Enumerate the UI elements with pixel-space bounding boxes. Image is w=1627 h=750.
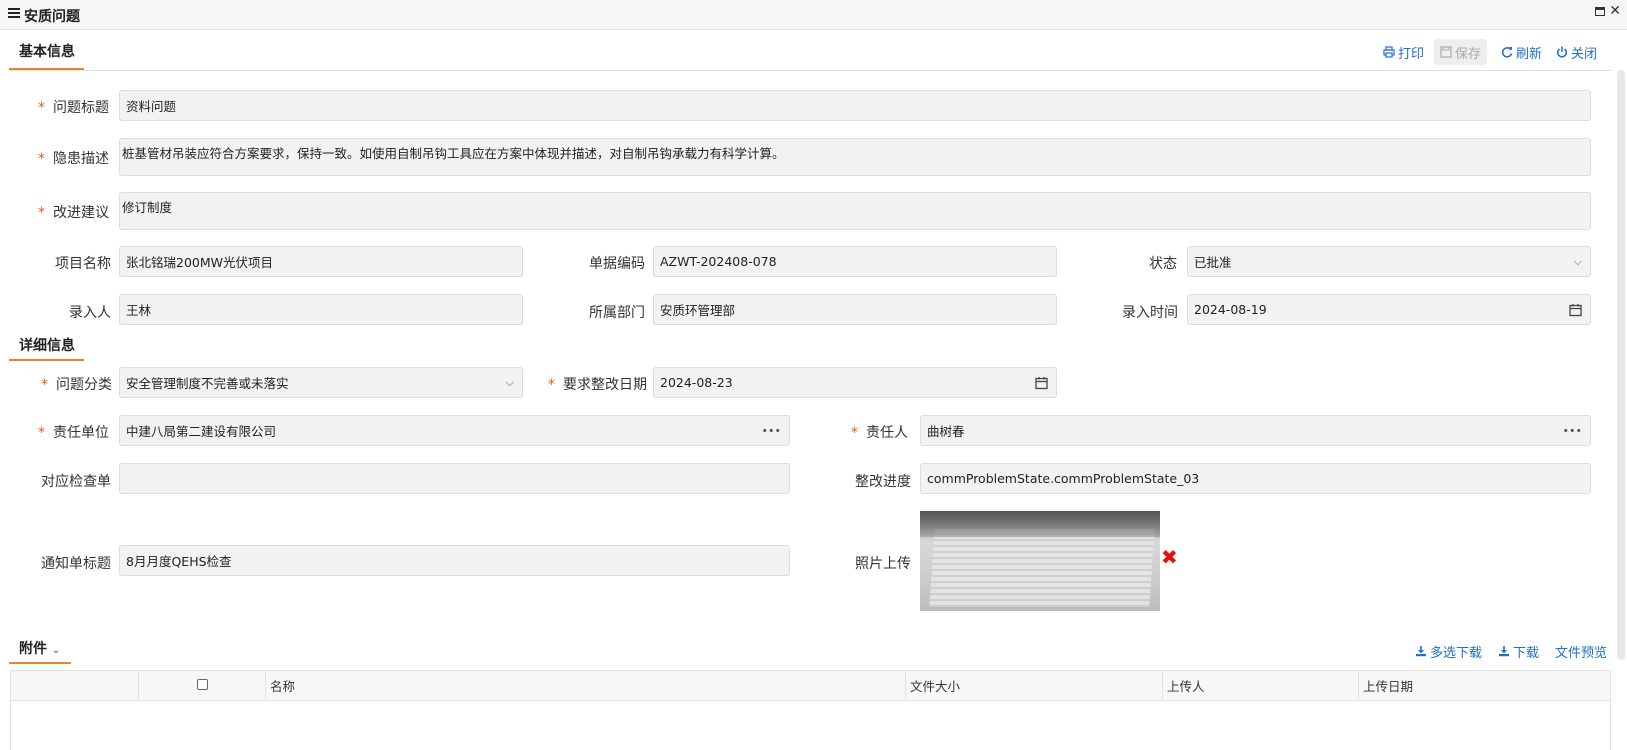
hazard-desc-label: * 隐患描述 (38, 151, 109, 167)
tab-detail-info-label: 详细信息 (19, 338, 75, 354)
multi-download-button[interactable]: 多选下载 (1415, 638, 1482, 664)
chevron-down-icon: ⌵ (505, 375, 514, 389)
notice-title-input[interactable]: 8月月度QEHS检查 (119, 545, 790, 576)
entered-time-label: 录入时间 (1122, 305, 1178, 321)
calendar-icon[interactable] (1569, 303, 1582, 316)
save-button[interactable]: 保存 (1433, 39, 1487, 65)
download-icon (1498, 646, 1509, 657)
column-header-upload-date[interactable]: 上传日期 (1358, 670, 1611, 701)
entered-by-label: 录入人 (69, 305, 111, 321)
chevron-down-icon: ⌄ (51, 645, 61, 656)
deadline-label: * 要求整改日期 (548, 377, 647, 393)
hazard-desc-textarea[interactable]: 桩基管材吊装应符合方案要求，保持一致。如使用自制吊钩工具应在方案中体现并描述，对… (119, 138, 1591, 176)
download-icon (1415, 646, 1426, 657)
refresh-button[interactable]: 刷新 (1501, 39, 1542, 65)
power-icon (1556, 46, 1567, 58)
calendar-icon[interactable] (1035, 376, 1048, 389)
attachment-toolbar: 多选下载 下载 文件预览 (1399, 638, 1607, 664)
department-input[interactable]: 安质环管理部 (653, 294, 1057, 325)
column-header-name[interactable]: 名称 (265, 670, 906, 701)
chevron-down-icon: ⌵ (1573, 254, 1582, 268)
print-label: 打印 (1397, 46, 1424, 62)
resp-person-input[interactable]: 曲树春 ••• (920, 415, 1591, 446)
status-label: 状态 (1149, 256, 1177, 272)
tab-basic-info-label: 基本信息 (19, 44, 75, 60)
file-preview-label: 文件预览 (1554, 645, 1607, 661)
resp-unit-label: * 责任单位 (38, 425, 109, 441)
scrollbar[interactable] (1617, 70, 1625, 660)
refresh-icon (1501, 47, 1513, 58)
file-preview-button[interactable]: 文件预览 (1555, 638, 1607, 664)
notice-title-label: 通知单标题 (41, 556, 111, 572)
checklist-label: 对应检查单 (41, 474, 111, 490)
resp-person-label: * 责任人 (851, 425, 908, 441)
category-label: * 问题分类 (41, 377, 112, 393)
close-label: 关闭 (1570, 46, 1597, 62)
suggestion-label: * 改进建议 (38, 205, 109, 221)
select-all-header (138, 670, 266, 701)
department-label: 所属部门 (589, 305, 645, 321)
maximize-icon[interactable] (1595, 7, 1605, 16)
close-button[interactable]: 关闭 (1556, 39, 1597, 65)
ellipsis-icon[interactable]: ••• (1563, 424, 1582, 437)
window-title: 安质问题 (24, 9, 80, 25)
tab-basic-info[interactable]: 基本信息 (9, 41, 84, 70)
ellipsis-icon[interactable]: ••• (762, 424, 781, 437)
suggestion-textarea[interactable]: 修订制度 (119, 192, 1591, 230)
multi-download-label: 多选下载 (1429, 645, 1482, 661)
download-button[interactable]: 下载 (1498, 638, 1539, 664)
status-select[interactable]: 已批准 ⌵ (1187, 246, 1591, 277)
save-icon (1440, 46, 1452, 58)
doc-code-label: 单据编码 (589, 256, 645, 272)
refresh-label: 刷新 (1515, 46, 1542, 62)
checklist-input[interactable] (119, 463, 790, 494)
progress-label: 整改进度 (855, 474, 911, 490)
menu-icon[interactable] (8, 8, 20, 18)
select-all-checkbox[interactable] (196, 679, 208, 690)
project-label: 项目名称 (55, 256, 111, 272)
tab-attachments-label: 附件 (19, 641, 47, 657)
form-toolbar: 打印 保存 刷新 关闭 (1369, 39, 1597, 65)
issue-title-input[interactable]: 资料问题 (119, 90, 1591, 121)
delete-icon[interactable]: ✖ (1161, 547, 1178, 567)
photo-label: 照片上传 (855, 556, 911, 572)
entered-time-input[interactable]: 2024-08-19 (1187, 294, 1591, 325)
category-select[interactable]: 安全管理制度不完善或未落实 ⌵ (119, 367, 523, 398)
print-icon (1383, 46, 1395, 58)
project-input[interactable]: 张北铭瑞200MW光伏项目 (119, 246, 523, 277)
progress-input[interactable]: commProblemState.commProblemState_03 (920, 463, 1591, 494)
download-label: 下载 (1512, 645, 1539, 661)
doc-code-input[interactable]: AZWT-202408-078 (653, 246, 1057, 277)
table-empty-body (10, 700, 1611, 750)
row-number-header (10, 670, 139, 701)
photo-thumbnail[interactable] (920, 511, 1160, 611)
tab-attachments[interactable]: 附件 ⌄ (9, 638, 71, 664)
column-header-size[interactable]: 文件大小 (905, 670, 1163, 701)
save-label: 保存 (1454, 46, 1481, 62)
print-button[interactable]: 打印 (1383, 39, 1424, 65)
entered-by-input[interactable]: 王林 (119, 294, 523, 325)
window-titlebar: 安质问题 ✕ (0, 0, 1627, 30)
resp-unit-input[interactable]: 中建八局第二建设有限公司 ••• (119, 415, 790, 446)
close-icon[interactable]: ✕ (1609, 3, 1621, 19)
table-header-row: 名称 文件大小 上传人 上传日期 (10, 670, 1611, 701)
tab-detail-info[interactable]: 详细信息 (9, 335, 84, 361)
column-header-uploader[interactable]: 上传人 (1162, 670, 1359, 701)
deadline-input[interactable]: 2024-08-23 (653, 367, 1057, 398)
issue-title-label: * 问题标题 (38, 100, 109, 116)
attachments-table: 名称 文件大小 上传人 上传日期 (10, 670, 1611, 750)
